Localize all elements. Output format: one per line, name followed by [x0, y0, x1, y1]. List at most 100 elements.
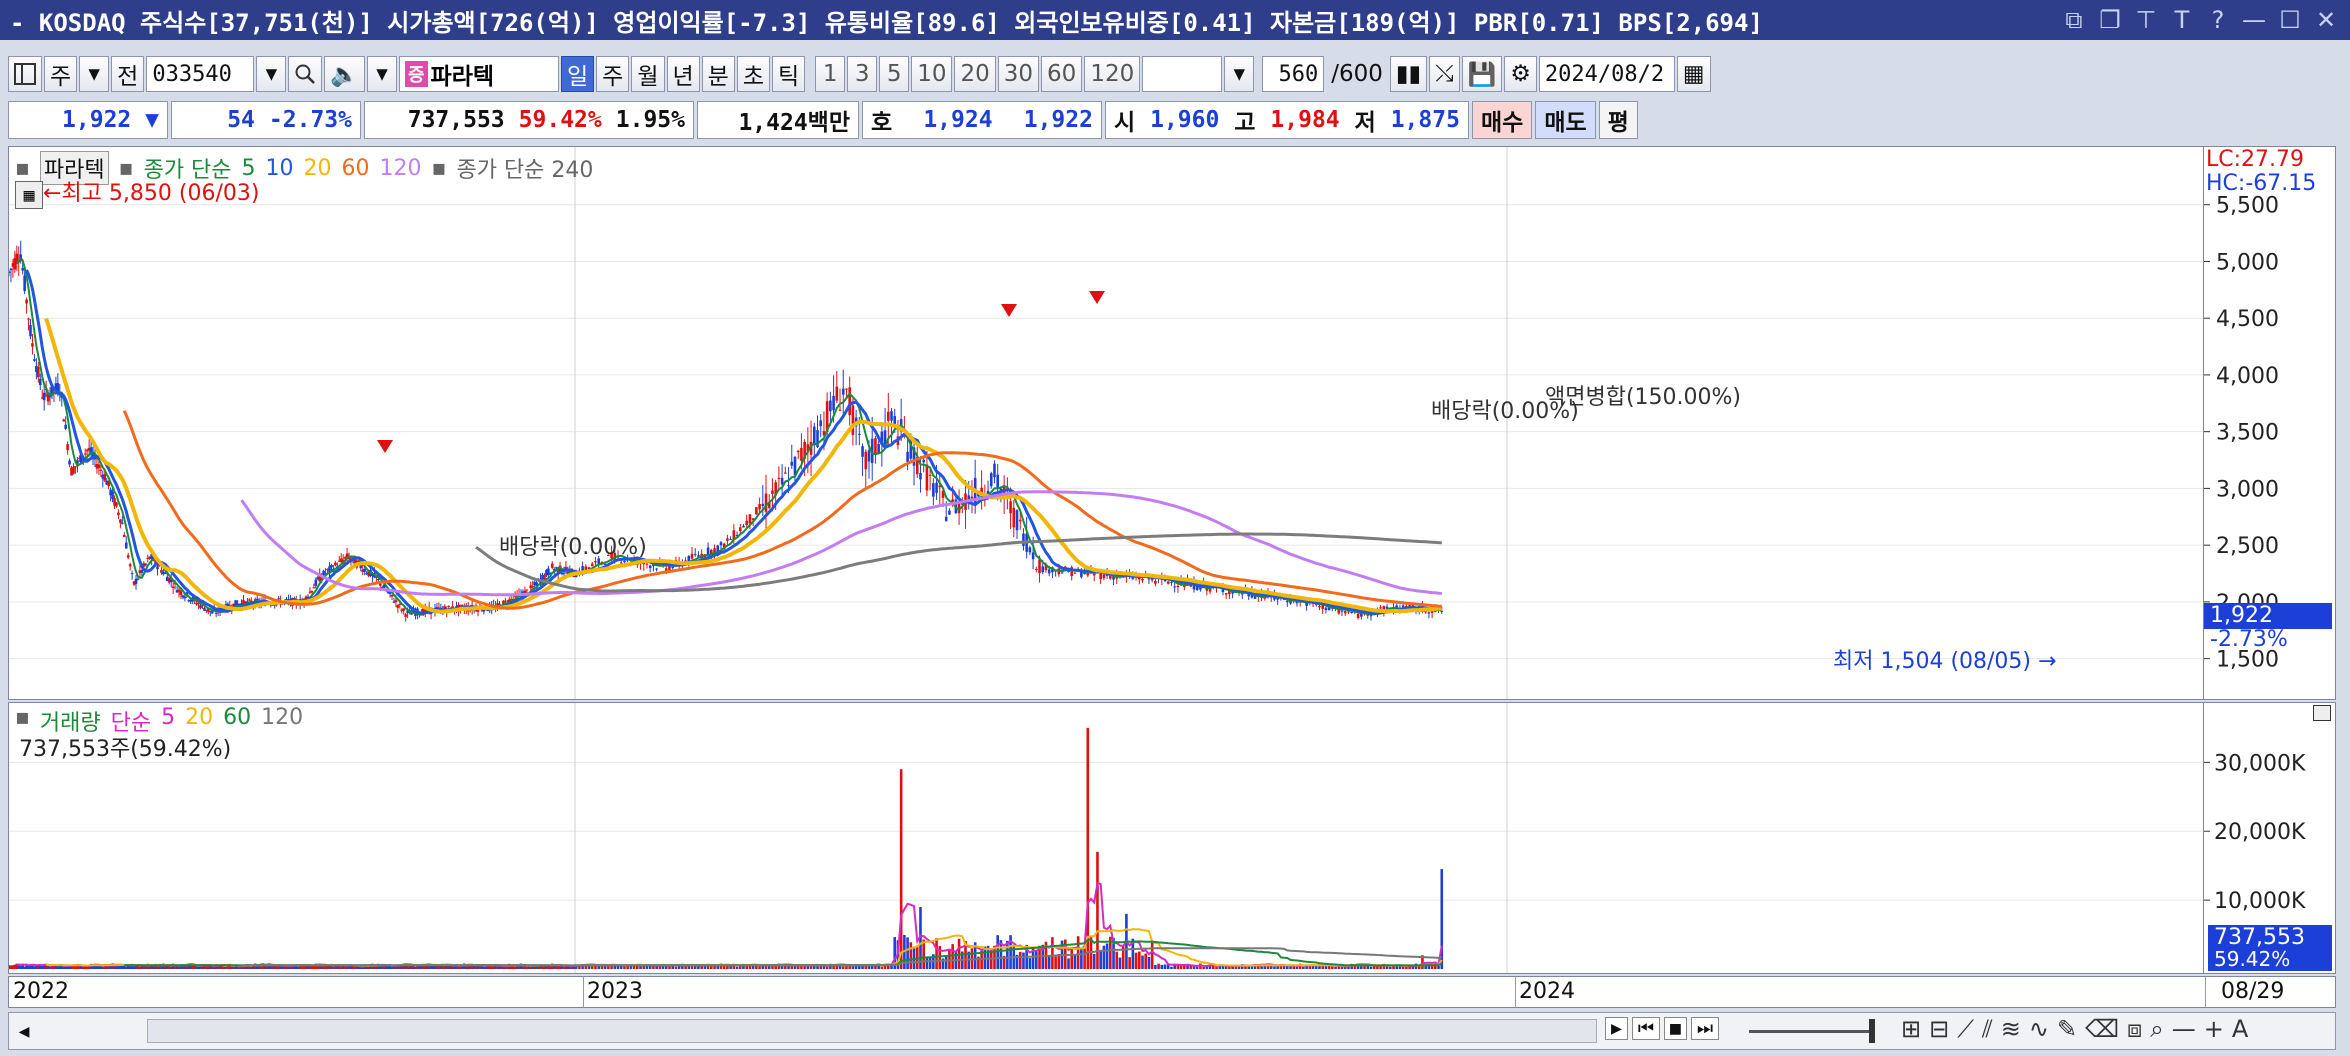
speaker-icon[interactable]: 🔈: [324, 56, 365, 92]
fib-tool-icon[interactable]: ≋: [2001, 1015, 2021, 1043]
compare-icon[interactable]: ⤯: [1429, 56, 1460, 92]
title-bar: - KOSDAQ 주식수[37,751(천)] 시가총액[726(억)] 영업이…: [0, 0, 2350, 40]
pen-tool-icon[interactable]: ✎: [2057, 1015, 2077, 1043]
period-month[interactable]: 월: [631, 56, 665, 92]
candle-body: [935, 482, 938, 493]
grid-table-icon[interactable]: ▦: [15, 181, 43, 209]
interval-custom-input[interactable]: [1142, 56, 1223, 92]
period-year[interactable]: 년: [666, 56, 700, 92]
interval-60[interactable]: 60: [1041, 56, 1083, 92]
candle-body: [312, 587, 316, 589]
crosshair-tool-icon[interactable]: ⊞: [1901, 1015, 1921, 1043]
period-day[interactable]: 일: [560, 56, 595, 92]
open-price: 1,960: [1150, 107, 1220, 133]
interval-20[interactable]: 20: [954, 56, 996, 92]
candle-body: [1141, 579, 1144, 581]
wave-tool-icon[interactable]: ∿: [2029, 1015, 2049, 1043]
capture-tool-icon[interactable]: ⧈: [2127, 1015, 2142, 1043]
market-dropdown-icon[interactable]: ▾: [79, 56, 110, 92]
count-input[interactable]: 560: [1262, 56, 1325, 92]
volume-axis: 10,000K 20,000K 30,000K 737,553 59.42%: [2204, 702, 2336, 974]
speed-slider[interactable]: [1749, 1030, 1869, 1033]
stock-name-field[interactable]: 증 파라텍: [398, 56, 559, 92]
volume-bar: [690, 966, 694, 969]
tile-icon[interactable]: ⧉: [2060, 6, 2088, 34]
scroll-thumb[interactable]: [147, 1019, 1597, 1043]
font-size-icon[interactable]: A: [2232, 1015, 2248, 1043]
candle-body: [1015, 510, 1019, 531]
volume-bar: [989, 950, 993, 969]
date-input[interactable]: 2024/08/2: [1538, 56, 1675, 92]
code-dropdown-icon[interactable]: ▾: [256, 56, 287, 92]
buy-button[interactable]: 매수: [1472, 101, 1533, 139]
candle-body: [330, 564, 333, 568]
text-icon[interactable]: T: [2168, 6, 2196, 34]
legend-ma60[interactable]: 60: [342, 156, 370, 181]
interval-3[interactable]: 3: [847, 56, 878, 92]
volume-chart-pane[interactable]: ▪ 거래량 단순 5 20 60 120 737,553주(59.42%): [7, 702, 2204, 974]
legend-ma120[interactable]: 120: [380, 156, 422, 181]
interval-dropdown-icon[interactable]: ▾: [1224, 56, 1255, 92]
interval-30[interactable]: 30: [997, 56, 1040, 92]
volume-bar: [1018, 951, 1022, 969]
speaker-dropdown-icon[interactable]: ▾: [366, 56, 397, 92]
channel-tool-icon[interactable]: ⫽: [1982, 1015, 1993, 1043]
volume-bar: [1273, 966, 1276, 969]
candle-body: [121, 522, 124, 524]
calendar-icon[interactable]: ▦: [1676, 56, 1711, 92]
zoom-in-icon[interactable]: +: [2204, 1015, 2224, 1043]
fast-forward-icon[interactable]: ⏭: [1690, 1017, 1720, 1040]
pin-icon[interactable]: ⊤: [2132, 6, 2160, 34]
chart-scrollbar[interactable]: ◀ ▶ ⏮ ■ ⏭ ⊞ ⊟ ⟋ ⫽ ≋ ∿ ✎ ⌫ ⧈ ⌕ — + A: [8, 1012, 2336, 1050]
layout-icon[interactable]: [8, 56, 42, 92]
avg-button[interactable]: 평: [1598, 101, 1638, 139]
minimize-icon[interactable]: —: [2240, 6, 2268, 34]
period-minute[interactable]: 분: [701, 56, 735, 92]
save-icon[interactable]: 💾: [1461, 56, 1503, 92]
search-icon[interactable]: [288, 56, 323, 92]
settings-gear-icon[interactable]: ⚙: [1504, 56, 1537, 92]
candle-body: [277, 598, 280, 600]
interval-5[interactable]: 5: [879, 56, 910, 92]
candle-type-icon[interactable]: ▮▮: [1389, 56, 1428, 92]
box-tool-icon[interactable]: ⊟: [1929, 1015, 1949, 1043]
candle-body: [690, 553, 694, 559]
date-label-2022: 2022: [13, 979, 69, 1004]
maximize-icon[interactable]: ☐: [2276, 6, 2304, 34]
volume-bar: [1141, 955, 1144, 969]
legend-ma20[interactable]: 20: [304, 156, 332, 181]
pane-maximize-icon[interactable]: [2313, 705, 2331, 721]
volume-bar: [729, 965, 732, 969]
trend-tool-icon[interactable]: ⟋: [1957, 1015, 1974, 1043]
restore-icon[interactable]: ❐: [2096, 6, 2124, 34]
scroll-left-icon[interactable]: ◀: [11, 1017, 37, 1045]
speed-slider-handle[interactable]: [1869, 1019, 1875, 1043]
volume-bar: [935, 938, 938, 969]
period-second[interactable]: 초: [736, 56, 771, 92]
zoom-out-icon[interactable]: —: [2172, 1015, 2196, 1043]
volume-bar: [1047, 955, 1051, 969]
volume-bar: [1195, 966, 1199, 969]
interval-1[interactable]: 1: [815, 56, 846, 92]
eraser-tool-icon[interactable]: ⌫: [2085, 1015, 2119, 1043]
close-icon[interactable]: ✕: [2312, 6, 2340, 34]
period-week[interactable]: 주: [596, 56, 630, 92]
stock-code-input[interactable]: 033540: [146, 56, 255, 92]
play-icon[interactable]: ▶: [1605, 1017, 1628, 1040]
sell-button[interactable]: 매도: [1535, 101, 1596, 139]
candle-body: [790, 461, 794, 466]
volume-ma120[interactable]: 120: [261, 705, 303, 737]
rewind-icon[interactable]: ⏮: [1631, 1017, 1661, 1040]
stop-icon[interactable]: ■: [1664, 1017, 1687, 1040]
help-icon[interactable]: ?: [2204, 6, 2232, 34]
market-select[interactable]: 주: [44, 56, 78, 92]
candle-body: [74, 466, 77, 468]
legend-ma240[interactable]: 종가 단순 240: [456, 152, 593, 184]
price-chart-pane[interactable]: ▪ 파라텍 ▪ 종가 단순 5 10 20 60 120 ▪ 종가 단순 240…: [7, 146, 2204, 700]
interval-120[interactable]: 120: [1084, 56, 1141, 92]
interval-10[interactable]: 10: [911, 56, 953, 92]
zoom-icon[interactable]: ⌕: [2150, 1015, 2163, 1043]
legend-ma10[interactable]: 10: [266, 156, 294, 181]
all-button[interactable]: 전: [111, 56, 145, 92]
period-tick[interactable]: 틱: [772, 56, 806, 92]
